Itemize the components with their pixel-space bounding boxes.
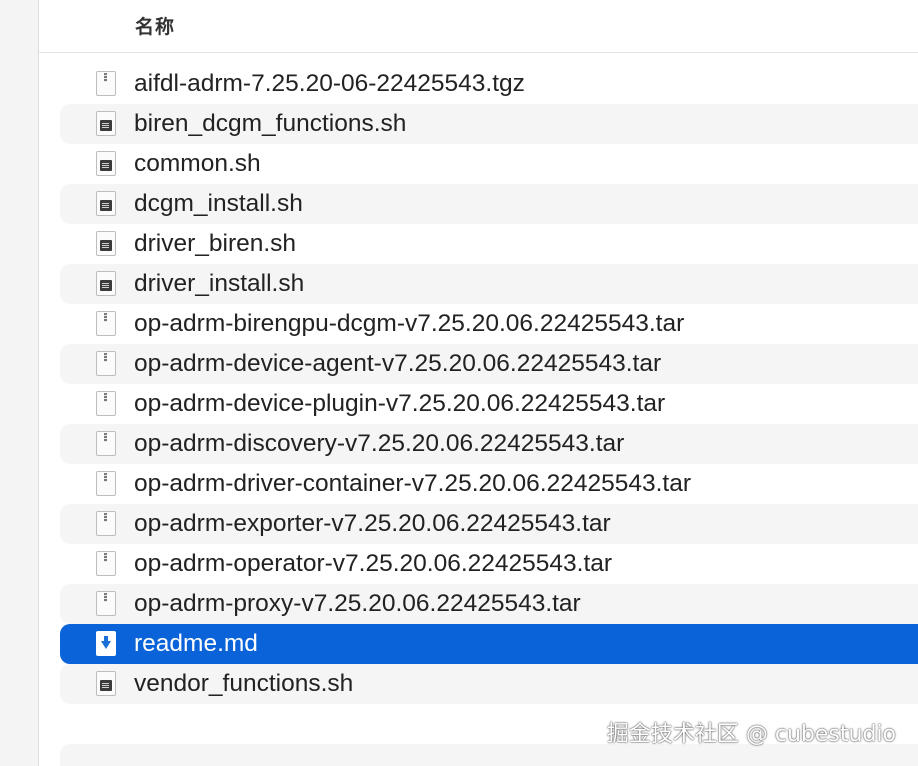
archive-icon	[96, 311, 116, 336]
file-row[interactable]: biren_dcgm_functions.sh	[60, 104, 918, 144]
file-row[interactable]: op-adrm-exporter-v7.25.20.06.22425543.ta…	[60, 504, 918, 544]
archive-icon	[96, 71, 116, 96]
script-icon	[96, 271, 116, 296]
archive-icon	[96, 471, 116, 496]
file-name: aifdl-adrm-7.25.20-06-22425543.tgz	[134, 70, 525, 97]
column-header: 名称	[39, 0, 918, 53]
file-name: op-adrm-discovery-v7.25.20.06.22425543.t…	[134, 430, 625, 457]
file-name: driver_biren.sh	[134, 230, 297, 257]
script-icon	[96, 191, 116, 216]
watermark: 掘金技术社区 @ cubestudio	[606, 722, 896, 747]
file-row[interactable]: op-adrm-discovery-v7.25.20.06.22425543.t…	[60, 424, 918, 464]
file-name: vendor_functions.sh	[134, 670, 354, 697]
file-row[interactable]: readme.md	[60, 624, 918, 664]
script-icon	[96, 671, 116, 696]
script-icon	[96, 111, 116, 136]
file-name: op-adrm-device-plugin-v7.25.20.06.224255…	[134, 390, 666, 417]
archive-icon	[96, 431, 116, 456]
file-row[interactable]: op-adrm-device-plugin-v7.25.20.06.224255…	[60, 384, 918, 424]
file-row[interactable]: driver_biren.sh	[60, 224, 918, 264]
archive-icon	[96, 551, 116, 576]
file-row[interactable]: op-adrm-driver-container-v7.25.20.06.224…	[60, 464, 918, 504]
file-name: op-adrm-exporter-v7.25.20.06.22425543.ta…	[134, 510, 611, 537]
file-name: op-adrm-device-agent-v7.25.20.06.2242554…	[134, 350, 662, 377]
file-name: driver_install.sh	[134, 270, 305, 297]
archive-icon	[96, 351, 116, 376]
file-row[interactable]: dcgm_install.sh	[60, 184, 918, 224]
file-name: op-adrm-operator-v7.25.20.06.22425543.ta…	[134, 550, 613, 577]
file-row[interactable]: op-adrm-birengpu-dcgm-v7.25.20.06.224255…	[60, 304, 918, 344]
file-name: op-adrm-birengpu-dcgm-v7.25.20.06.224255…	[134, 310, 685, 337]
file-row[interactable]: op-adrm-operator-v7.25.20.06.22425543.ta…	[60, 544, 918, 584]
finder-window: 名称 aifdl-adrm-7.25.20-06-22425543.tgz bir…	[0, 0, 918, 766]
file-row[interactable]: common.sh	[60, 144, 918, 184]
archive-icon	[96, 591, 116, 616]
file-row[interactable]: op-adrm-device-agent-v7.25.20.06.2242554…	[60, 344, 918, 384]
file-name: common.sh	[134, 150, 261, 177]
script-icon	[96, 151, 116, 176]
markdown-icon	[96, 631, 116, 656]
file-name: op-adrm-proxy-v7.25.20.06.22425543.tar	[134, 590, 581, 617]
script-icon	[96, 231, 116, 256]
file-row[interactable]: driver_install.sh	[60, 264, 918, 304]
file-row[interactable]: op-adrm-proxy-v7.25.20.06.22425543.tar	[60, 584, 918, 624]
file-row[interactable]: aifdl-adrm-7.25.20-06-22425543.tgz	[60, 64, 918, 104]
sidebar-edge	[0, 0, 39, 766]
archive-icon	[96, 511, 116, 536]
file-name: readme.md	[134, 630, 258, 657]
archive-icon	[96, 391, 116, 416]
file-name: op-adrm-driver-container-v7.25.20.06.224…	[134, 470, 692, 497]
name-column-header[interactable]: 名称	[135, 12, 175, 39]
file-list: aifdl-adrm-7.25.20-06-22425543.tgz biren_…	[60, 64, 918, 704]
file-name: dcgm_install.sh	[134, 190, 303, 217]
file-row[interactable]: vendor_functions.sh	[60, 664, 918, 704]
file-name: biren_dcgm_functions.sh	[134, 110, 407, 137]
